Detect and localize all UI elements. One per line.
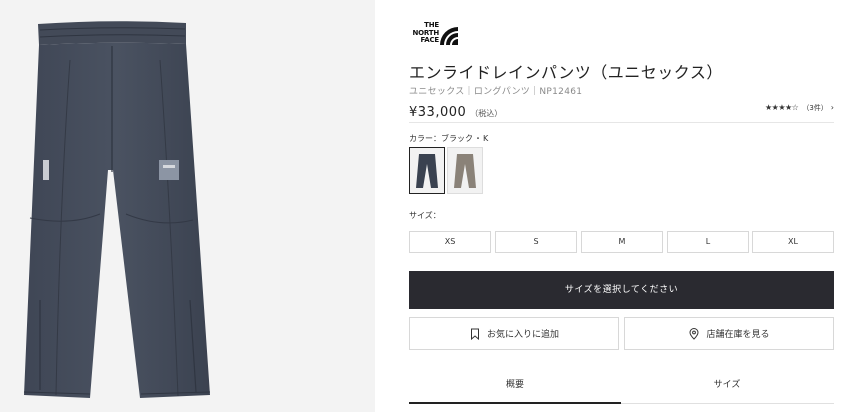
product-info-panel: THE NORTH FACE エンライドレインパンツ（ユニセックス） ユニセック… <box>409 0 834 412</box>
price: ¥33,000 <box>409 105 467 120</box>
add-to-favorites-button[interactable]: お気に入りに追加 <box>409 317 619 350</box>
store-stock-button[interactable]: 店舗在庫を見る <box>624 317 834 350</box>
size-label: サイズ： <box>409 211 441 220</box>
pants-thumbnail <box>410 148 444 193</box>
tax-note: （税込） <box>470 109 503 118</box>
half-dome-icon <box>440 27 458 45</box>
divider <box>409 122 834 123</box>
tab-overview[interactable]: 概要 <box>409 370 621 403</box>
size-option-xl[interactable]: XL <box>752 231 834 253</box>
bookmark-icon <box>470 328 479 340</box>
price-row: ¥33,000 （税込） <box>409 101 502 120</box>
brand-logo-text: THE NORTH FACE <box>412 21 439 45</box>
color-swatch-khaki[interactable] <box>447 147 483 194</box>
color-separator: ・ <box>474 134 482 143</box>
size-option-xs[interactable]: XS <box>409 231 491 253</box>
rating-stars: ★★★★☆ <box>764 103 799 112</box>
product-meta: ユニセックス｜ロングパンツ｜NP12461 <box>409 87 583 97</box>
color-label-prefix: カラー： <box>409 134 441 143</box>
color-name: ブラック <box>441 134 473 143</box>
product-tabs: 概要 サイズ <box>409 370 834 412</box>
size-option-s[interactable]: S <box>495 231 577 253</box>
store-stock-label: 店舗在庫を見る <box>706 330 770 340</box>
active-tab-indicator <box>409 402 621 404</box>
tab-size[interactable]: サイズ <box>621 370 833 403</box>
size-option-m[interactable]: M <box>581 231 663 253</box>
location-pin-icon <box>689 327 699 340</box>
product-title: エンライドレインパンツ（ユニセックス） <box>409 63 723 82</box>
product-image[interactable] <box>0 0 375 412</box>
color-label: カラー：ブラック・K <box>409 133 488 144</box>
pants-thumbnail <box>448 148 482 193</box>
review-rating[interactable]: ★★★★☆ （3件） › <box>765 103 834 113</box>
size-option-l[interactable]: L <box>667 231 749 253</box>
select-size-button[interactable]: サイズを選択してください <box>409 271 834 309</box>
favorite-label: お気に入りに追加 <box>486 330 559 340</box>
review-count: （3件） <box>802 104 828 112</box>
size-options: XS S M L XL <box>409 231 834 253</box>
pants-image <box>23 21 211 398</box>
color-code: K <box>483 134 489 143</box>
chevron-right-icon: › <box>830 103 834 112</box>
brand-logo[interactable]: THE NORTH FACE <box>409 21 459 48</box>
color-swatch-black[interactable] <box>409 147 445 194</box>
